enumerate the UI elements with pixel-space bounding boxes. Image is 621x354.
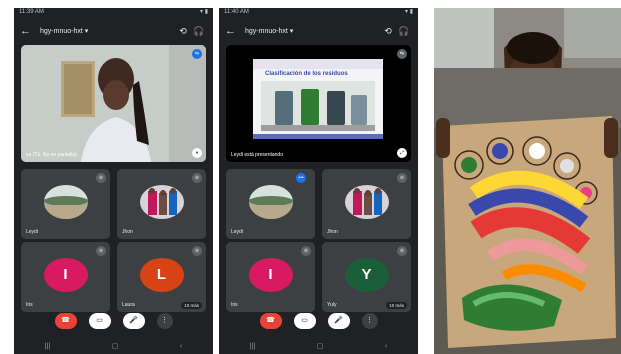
participant-name: Yuly <box>327 302 337 308</box>
participant-name: Iris <box>26 302 33 308</box>
mic-toggle-button[interactable]: 🎤 <box>122 313 145 329</box>
presenter-label: Leydi está presentando <box>231 152 283 158</box>
mic-off-icon: ⊘ <box>192 246 202 256</box>
avatar-letter: Y <box>344 258 389 292</box>
avatar-letter: L <box>139 258 184 292</box>
call-controls: ☎ ▭ 🎤 ⋮ <box>219 313 418 335</box>
android-nav-bar: ||| ▢ ‹ <box>219 340 418 354</box>
camera-toggle-button[interactable]: ▭ <box>293 313 316 329</box>
switch-camera-icon[interactable]: ⟲ <box>380 26 396 37</box>
participant-name: Iris <box>231 302 238 308</box>
mic-status-icon: ● <box>192 148 202 158</box>
end-call-button[interactable]: ☎ <box>54 313 77 329</box>
mic-off-icon: ⊘ <box>192 173 202 183</box>
participant-name: Leydi <box>26 229 38 235</box>
participant-name: Jhon <box>327 229 338 235</box>
participant-tile[interactable]: ⊘ Jhon <box>322 169 411 239</box>
participant-tile[interactable]: I ⊘ Iris <box>226 242 315 312</box>
nav-back-icon[interactable]: ‹ <box>180 340 182 354</box>
meet-screen-camera: 11:39 AM ▾ ▮ ← hgy-mnuo-hxt ▾ ⟲ 🎧 ⇆ ya (… <box>14 8 213 354</box>
status-bar: 11:39 AM ▾ ▮ <box>14 8 213 17</box>
self-tile-name: ya (Tú, fijo en pantalla) <box>26 152 77 158</box>
recent-apps-icon[interactable]: ||| <box>45 340 50 354</box>
mic-off-icon: ⊘ <box>301 246 311 256</box>
android-nav-bar: ||| ▢ ‹ <box>14 340 213 354</box>
app-bar: ← hgy-mnuo-hxt ▾ ⟲ 🎧 <box>219 17 418 45</box>
more-options-button[interactable]: ⋮ <box>361 313 378 329</box>
nav-back-icon[interactable]: ‹ <box>385 340 387 354</box>
avatar <box>139 185 184 219</box>
participant-tile[interactable]: ••• Leydi <box>226 169 315 239</box>
call-controls: ☎ ▭ 🎤 ⋮ <box>14 313 213 335</box>
participant-tile[interactable]: L ⊘ Laura 10 más <box>117 242 206 312</box>
mic-off-icon: ⊘ <box>397 246 407 256</box>
slide-title: Clasificación de los residuos <box>265 71 348 77</box>
home-icon[interactable]: ▢ <box>112 340 119 354</box>
participant-tile[interactable]: ⊘ Leydi <box>21 169 110 239</box>
self-video-image <box>21 45 206 162</box>
participant-name: Leydi <box>231 229 243 235</box>
mic-off-icon: ⊘ <box>96 246 106 256</box>
shared-slide: Clasificación de los residuos <box>253 59 383 139</box>
avatar-letter: I <box>43 258 88 292</box>
avatar <box>43 185 88 219</box>
bottle-cap-artwork-image <box>434 8 621 354</box>
waste-bins-image <box>261 81 375 131</box>
avatar-letter: I <box>248 258 293 292</box>
avatar <box>248 185 293 219</box>
status-icons: ▾ ▮ <box>200 9 208 15</box>
participant-name: Jhon <box>122 229 133 235</box>
app-bar: ← hgy-mnuo-hxt ▾ ⟲ 🎧 <box>14 17 213 45</box>
mic-toggle-button[interactable]: 🎤 <box>327 313 350 329</box>
end-call-button[interactable]: ☎ <box>259 313 282 329</box>
camera-toggle-button[interactable]: ▭ <box>88 313 111 329</box>
participant-tile[interactable]: Y ⊘ Yuly 10 más <box>322 242 411 312</box>
mic-off-icon: ⊘ <box>397 173 407 183</box>
self-video-tile[interactable]: ⇆ ya (Tú, fijo en pantalla) ● <box>21 45 206 162</box>
meet-screen-presentation: 11:40 AM ▾ ▮ ← hgy-mnuo-hxt ▾ ⟲ 🎧 Clasif… <box>219 8 418 354</box>
meeting-name-button[interactable]: hgy-mnuo-hxt ▾ <box>40 27 175 35</box>
audio-output-icon[interactable]: 🎧 <box>396 26 412 37</box>
pin-icon[interactable]: ⇆ <box>192 49 202 59</box>
speaking-indicator-icon: ••• <box>296 173 306 183</box>
back-arrow-icon[interactable]: ← <box>20 25 34 37</box>
back-arrow-icon[interactable]: ← <box>225 25 239 37</box>
switch-camera-icon[interactable]: ⟲ <box>175 26 191 37</box>
meeting-name-button[interactable]: hgy-mnuo-hxt ▾ <box>245 27 380 35</box>
status-time: 11:39 AM <box>19 9 44 15</box>
more-participants-badge[interactable]: 10 más <box>386 302 407 309</box>
home-icon[interactable]: ▢ <box>317 340 324 354</box>
student-craft-photo <box>434 8 621 354</box>
more-options-button[interactable]: ⋮ <box>156 313 173 329</box>
mic-off-icon: ⊘ <box>96 173 106 183</box>
participant-name: Laura <box>122 302 135 308</box>
pin-icon[interactable]: ⇆ <box>397 49 407 59</box>
participant-tile[interactable]: ⊘ Jhon <box>117 169 206 239</box>
presentation-tile[interactable]: Clasificación de los residuos ⇆ Leydi es… <box>226 45 411 162</box>
status-bar: 11:40 AM ▾ ▮ <box>219 8 418 17</box>
fullscreen-icon[interactable]: ⤢ <box>397 148 407 158</box>
status-icons: ▾ ▮ <box>405 9 413 15</box>
status-time: 11:40 AM <box>224 9 249 15</box>
more-participants-badge[interactable]: 10 más <box>181 302 202 309</box>
recent-apps-icon[interactable]: ||| <box>250 340 255 354</box>
avatar <box>344 185 389 219</box>
participant-tile[interactable]: I ⊘ Iris <box>21 242 110 312</box>
audio-output-icon[interactable]: 🎧 <box>191 26 207 37</box>
